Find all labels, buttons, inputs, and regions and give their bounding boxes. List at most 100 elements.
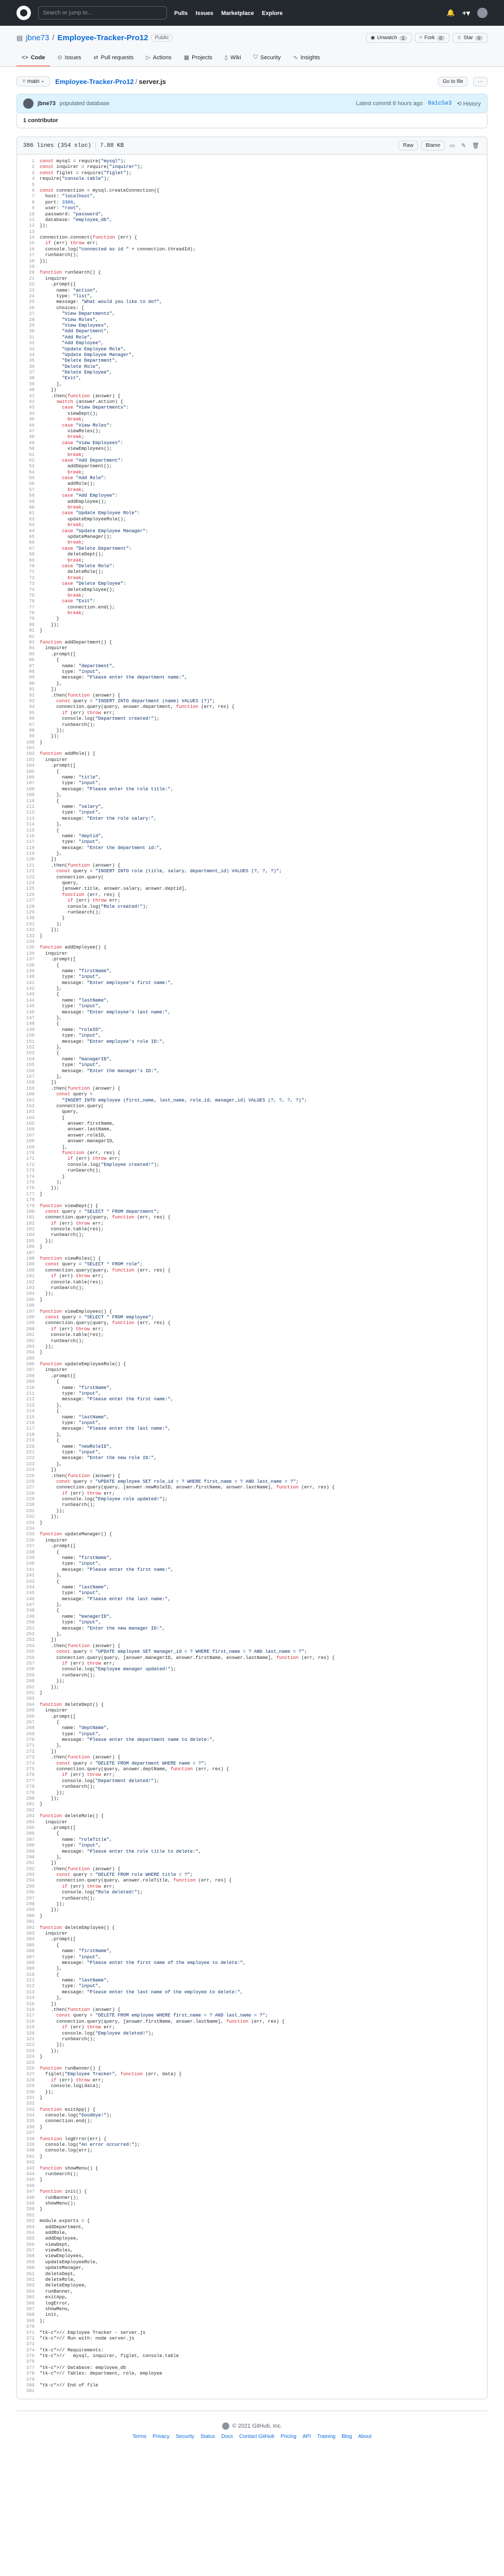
footer-link-blog[interactable]: Blog: [342, 2434, 352, 2439]
search-input[interactable]: Search or jump to...: [38, 6, 167, 20]
nav-explore[interactable]: Explore: [262, 10, 282, 16]
line-number[interactable]: 123: [17, 875, 40, 880]
line-number[interactable]: 33: [17, 347, 40, 352]
line-number[interactable]: 178: [17, 1197, 40, 1203]
line-number[interactable]: 75: [17, 593, 40, 599]
line-number[interactable]: 227: [17, 1485, 40, 1490]
line-number[interactable]: 302: [17, 1925, 40, 1931]
line-number[interactable]: 4: [17, 176, 40, 182]
line-number[interactable]: 305: [17, 1943, 40, 1948]
line-number[interactable]: 160: [17, 1092, 40, 1097]
line-number[interactable]: 284: [17, 1820, 40, 1825]
commit-sha-link[interactable]: 8a1c5a3: [428, 100, 451, 107]
line-number[interactable]: 207: [17, 1367, 40, 1373]
line-number[interactable]: 115: [17, 828, 40, 834]
line-number[interactable]: 161: [17, 1098, 40, 1104]
line-number[interactable]: 138: [17, 963, 40, 969]
line-number[interactable]: 148: [17, 1021, 40, 1027]
line-number[interactable]: 330: [17, 2090, 40, 2095]
line-number[interactable]: 365: [17, 2295, 40, 2300]
footer-link-status[interactable]: Status: [200, 2434, 215, 2439]
line-number[interactable]: 91: [17, 687, 40, 692]
line-number[interactable]: 265: [17, 1708, 40, 1714]
line-number[interactable]: 326: [17, 2066, 40, 2072]
line-number[interactable]: 133: [17, 934, 40, 939]
line-number[interactable]: 134: [17, 939, 40, 945]
line-number[interactable]: 291: [17, 1860, 40, 1866]
line-number[interactable]: 38: [17, 376, 40, 381]
line-number[interactable]: 29: [17, 323, 40, 329]
line-number[interactable]: 211: [17, 1391, 40, 1397]
line-number[interactable]: 372: [17, 2336, 40, 2342]
line-number[interactable]: 44: [17, 411, 40, 417]
line-number[interactable]: 237: [17, 1544, 40, 1549]
line-number[interactable]: 209: [17, 1379, 40, 1385]
line-number[interactable]: 189: [17, 1262, 40, 1267]
line-number[interactable]: 69: [17, 558, 40, 564]
line-number[interactable]: 311: [17, 1978, 40, 1984]
line-number[interactable]: 107: [17, 781, 40, 786]
line-number[interactable]: 198: [17, 1315, 40, 1320]
repo-owner-link[interactable]: jbne73: [26, 33, 49, 42]
line-number[interactable]: 71: [17, 569, 40, 575]
line-number[interactable]: 70: [17, 564, 40, 569]
line-number[interactable]: 263: [17, 1696, 40, 1702]
line-number[interactable]: 144: [17, 998, 40, 1004]
line-number[interactable]: 136: [17, 951, 40, 957]
line-number[interactable]: 238: [17, 1550, 40, 1555]
line-number[interactable]: 157: [17, 1074, 40, 1080]
line-number[interactable]: 351: [17, 2213, 40, 2218]
line-number[interactable]: 180: [17, 1209, 40, 1215]
line-number[interactable]: 66: [17, 540, 40, 546]
line-number[interactable]: 205: [17, 1356, 40, 1362]
avatar[interactable]: [23, 98, 33, 109]
line-number[interactable]: 164: [17, 1115, 40, 1121]
line-number[interactable]: 373: [17, 2342, 40, 2347]
line-number[interactable]: 72: [17, 575, 40, 581]
line-number[interactable]: 14: [17, 235, 40, 241]
line-number[interactable]: 92: [17, 693, 40, 699]
line-number[interactable]: 64: [17, 529, 40, 534]
line-number[interactable]: 68: [17, 552, 40, 557]
line-number[interactable]: 19: [17, 264, 40, 270]
line-number[interactable]: 182: [17, 1221, 40, 1227]
line-number[interactable]: 276: [17, 1772, 40, 1778]
line-number[interactable]: 215: [17, 1415, 40, 1420]
line-number[interactable]: 281: [17, 1802, 40, 1807]
line-number[interactable]: 194: [17, 1291, 40, 1297]
line-number[interactable]: 55: [17, 476, 40, 481]
line-number[interactable]: 221: [17, 1450, 40, 1455]
desktop-icon[interactable]: ▭: [448, 142, 456, 149]
line-number[interactable]: 332: [17, 2101, 40, 2107]
line-number[interactable]: 260: [17, 1679, 40, 1684]
line-number[interactable]: 163: [17, 1109, 40, 1115]
line-number[interactable]: 36: [17, 364, 40, 370]
line-number[interactable]: 285: [17, 1825, 40, 1831]
line-number[interactable]: 122: [17, 869, 40, 874]
nav-pulls[interactable]: Pulls: [174, 10, 188, 16]
line-number[interactable]: 228: [17, 1491, 40, 1497]
line-number[interactable]: 50: [17, 446, 40, 452]
line-number[interactable]: 11: [17, 217, 40, 223]
line-number[interactable]: 259: [17, 1673, 40, 1679]
line-number[interactable]: 132: [17, 927, 40, 933]
line-number[interactable]: 52: [17, 458, 40, 464]
line-number[interactable]: 358: [17, 2253, 40, 2259]
line-number[interactable]: 249: [17, 1614, 40, 1620]
line-number[interactable]: 357: [17, 2248, 40, 2253]
line-number[interactable]: 222: [17, 1455, 40, 1461]
line-number[interactable]: 339: [17, 2142, 40, 2148]
footer-link-docs[interactable]: Docs: [221, 2434, 233, 2439]
line-number[interactable]: 335: [17, 2119, 40, 2124]
contributors-bar[interactable]: 1 contributor: [16, 113, 488, 128]
line-number[interactable]: 10: [17, 212, 40, 217]
line-number[interactable]: 183: [17, 1227, 40, 1232]
line-number[interactable]: 214: [17, 1409, 40, 1414]
line-number[interactable]: 375: [17, 2353, 40, 2359]
line-number[interactable]: 18: [17, 259, 40, 264]
line-number[interactable]: 15: [17, 241, 40, 246]
line-number[interactable]: 307: [17, 1955, 40, 1960]
line-number[interactable]: 165: [17, 1121, 40, 1127]
line-number[interactable]: 46: [17, 423, 40, 429]
line-number[interactable]: 49: [17, 440, 40, 446]
